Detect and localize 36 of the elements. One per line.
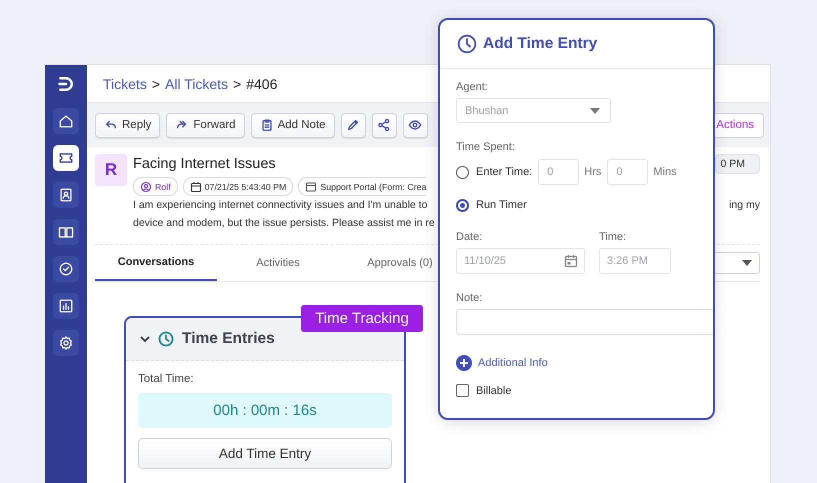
ticket-title: Facing Internet Issues [133,156,277,172]
meta-chip[interactable]: Rolf [133,177,178,196]
date-chip: 0 PM [715,154,760,174]
breadcrumb-separator: > [233,76,242,92]
description-text: ing my [729,198,760,213]
additional-info-link[interactable]: Additional Info [456,355,713,371]
unit-label: Mins [653,166,677,178]
toolbar-button[interactable]: Add Note [250,112,335,138]
avatar: R [95,154,127,186]
breadcrumb-link[interactable]: All Tickets [165,76,228,92]
unit-label: Hrs [584,166,602,178]
tab[interactable]: Conversations [95,245,217,281]
radio-label: Enter Time: [476,166,532,178]
toolbar-button[interactable]: Forward [166,112,245,138]
field-label: Time: [599,231,628,243]
field-label: Agent: [456,81,489,93]
field-label: Total Time: [138,373,195,385]
field-label: Note: [456,292,484,304]
breadcrumb-link[interactable]: Tickets [103,76,147,92]
description-text: device and modem, but the issue persists. Please assist me in re [133,216,435,231]
panel-title: Time Entries [182,330,275,348]
field-label: Time Spent: [456,141,516,153]
dialog-title: Add Time Entry [483,35,598,53]
description-text: I am experiencing internet connectivity issues and I'm unable to [133,198,428,213]
breadcrumb-current: #406 [246,76,278,92]
radio-label: Run Timer [476,199,527,211]
meta-chip: Support Portal (Form: Crea [298,177,426,196]
breadcrumb-separator: > [152,76,160,92]
total-time-display: 00h : 00m : 16s [138,393,392,428]
add-time-entry-button[interactable]: Add Time Entry [138,438,392,469]
feature-badge: Time Tracking [301,305,423,332]
toolbar-button[interactable]: Reply [95,112,160,138]
checkbox-label: Billable [476,384,512,396]
meta-chip: 07/21/25 5:43:40 PM [182,177,294,196]
field-label: Date: [456,231,484,243]
tab[interactable]: Activities [217,245,339,281]
